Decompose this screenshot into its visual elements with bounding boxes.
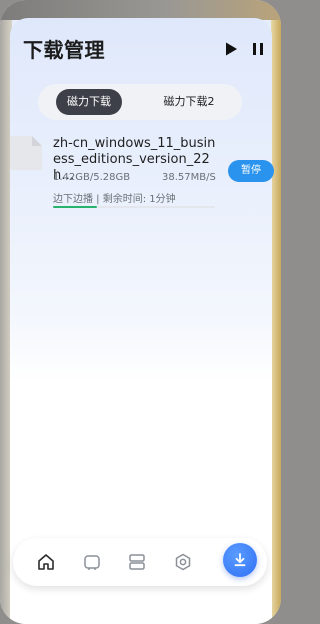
settings-icon[interactable] <box>173 552 193 572</box>
home-icon[interactable] <box>36 552 56 572</box>
pause-icon[interactable] <box>251 41 265 57</box>
download-status: 边下边播 | 剩余时间: 1分钟 <box>53 194 176 205</box>
tab-magnet-download-2[interactable]: 磁力下载2 <box>142 89 236 115</box>
file-size-progress: 1.42GB/5.28GB <box>53 172 131 183</box>
app-screen: 下载管理 磁力下载 磁力下载2 zh-cn_windows_11_busines… <box>0 0 281 624</box>
storage-icon[interactable] <box>127 552 147 572</box>
file-icon <box>10 136 42 170</box>
tab-magnet-download[interactable]: 磁力下载 <box>56 89 122 115</box>
download-fab-button[interactable] <box>223 543 257 577</box>
play-icon[interactable] <box>223 41 239 57</box>
pause-button[interactable]: 暂停 <box>228 160 274 182</box>
tv-icon[interactable] <box>82 552 102 572</box>
page-title: 下载管理 <box>23 38 105 62</box>
right-edge <box>271 0 281 624</box>
download-progress-bar <box>53 206 215 208</box>
tab-bar: 磁力下载 磁力下载2 <box>38 84 242 120</box>
download-speed: 38.57MB/S <box>162 172 216 183</box>
download-icon <box>234 553 246 567</box>
download-progress-fill <box>53 206 97 208</box>
status-bar <box>0 0 281 20</box>
